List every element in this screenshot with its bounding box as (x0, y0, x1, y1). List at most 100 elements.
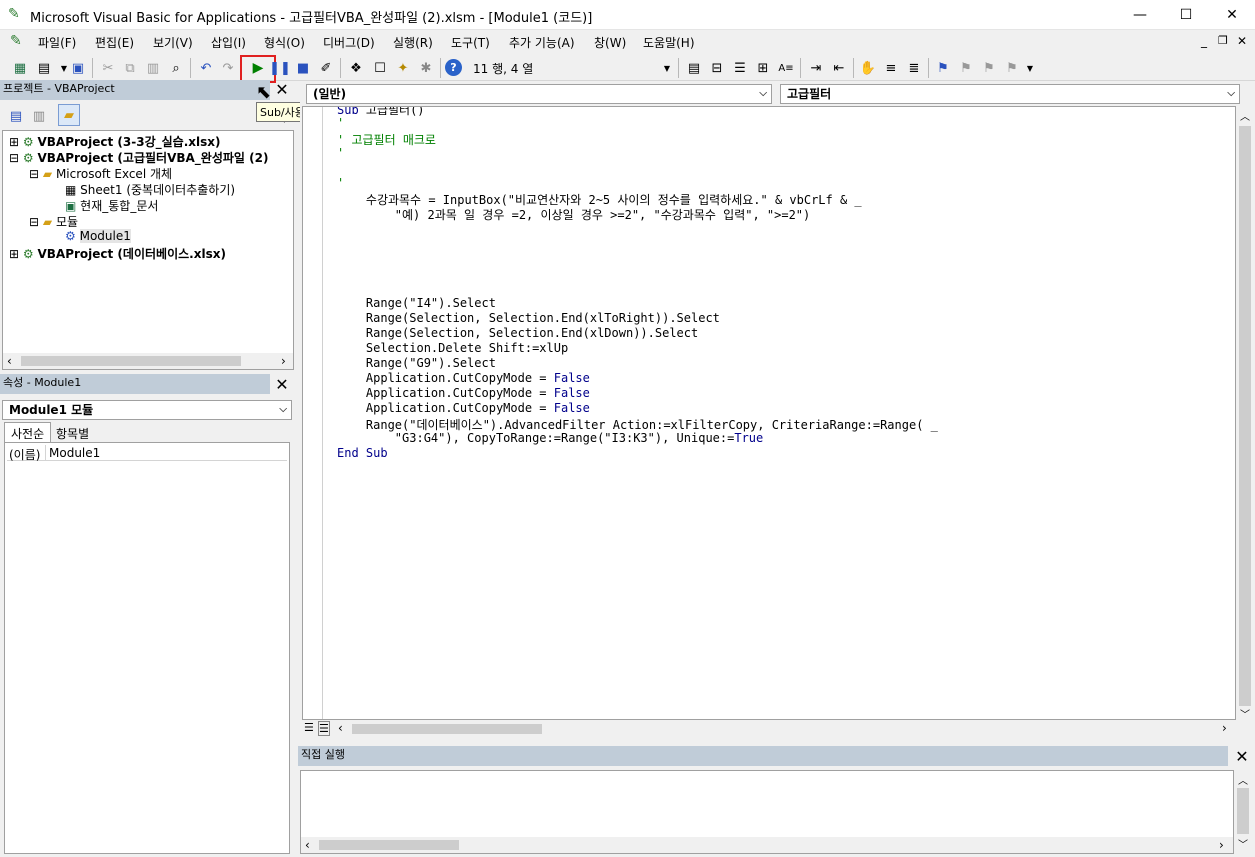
design-mode-icon[interactable]: ✐ (316, 58, 336, 78)
excel-view-icon[interactable]: ▦ (10, 58, 30, 78)
scroll-thumb[interactable] (21, 356, 241, 366)
run-sub-icon[interactable]: ▶ (248, 58, 268, 78)
menu-debug[interactable]: 디버그(D) (323, 34, 375, 51)
menu-format[interactable]: 형식(O) (264, 34, 305, 51)
minimize-button[interactable]: — (1117, 0, 1163, 30)
menu-tools[interactable]: 도구(T) (451, 34, 490, 51)
menu-file[interactable]: 파일(F) (38, 34, 76, 51)
code-line: Sub 고급필터() (337, 106, 425, 117)
scroll-right-icon[interactable]: › (281, 354, 286, 368)
indent-icon[interactable]: ⇥ (806, 58, 826, 78)
maximize-button[interactable]: ☐ (1163, 0, 1209, 30)
menu-insert[interactable]: 삽입(I) (211, 34, 246, 51)
tree-node-project-3[interactable]: ⊞ ⚙ VBAProject (데이터베이스.xlsx) (9, 245, 226, 262)
property-row-name[interactable]: (이름) Module1 (7, 445, 287, 462)
scroll-down-icon[interactable]: ﹀ (1240, 706, 1250, 721)
menu-help[interactable]: 도움말(H) (643, 34, 695, 51)
scroll-right-icon[interactable]: › (1219, 838, 1224, 852)
tab-alphabetic[interactable]: 사전순 (4, 422, 52, 442)
toggle-folders-icon[interactable]: ▰ (58, 104, 80, 126)
view-object-icon[interactable]: ▥ (29, 106, 49, 126)
mdi-close-button[interactable]: ✕ (1237, 34, 1247, 48)
scroll-right-icon[interactable]: › (1222, 721, 1227, 735)
clear-bookmarks-icon[interactable]: ⚑ (1002, 58, 1022, 78)
tree-node-thisworkbook[interactable]: ▣ 현재_통합_문서 (65, 197, 158, 214)
scroll-up-icon[interactable]: ︿ (1238, 772, 1248, 787)
scroll-down-icon[interactable]: ﹀ (1238, 836, 1248, 851)
procedure-view-icon[interactable]: ☰ (304, 721, 314, 734)
scroll-left-icon[interactable]: ‹ (338, 721, 343, 735)
parameter-info-icon[interactable]: ⊞ (753, 58, 773, 78)
immediate-hscrollbar[interactable]: ‹ › (301, 837, 1233, 853)
uncomment-block-icon[interactable]: ≣ (904, 58, 924, 78)
tab-label: 항목별 (56, 427, 90, 441)
tree-node-project-2[interactable]: ⊟ ⚙ VBAProject (고급필터VBA_완성파일 (2) (9, 149, 268, 166)
insert-userform-icon[interactable]: ▤ (34, 58, 54, 78)
save-icon[interactable]: ▣ (68, 58, 88, 78)
copy-icon[interactable]: ⧉ (120, 58, 140, 78)
project-hscrollbar[interactable]: ‹ › (3, 353, 293, 369)
tab-categorized[interactable]: 항목별 (52, 423, 93, 442)
list-properties-icon[interactable]: ▤ (684, 58, 704, 78)
help-icon[interactable]: ? (445, 59, 462, 76)
property-value[interactable]: Module1 (49, 446, 100, 460)
toolbar-overflow2-icon[interactable]: ▼ (1025, 58, 1035, 78)
redo-icon[interactable]: ↷ (218, 58, 238, 78)
list-constants-icon[interactable]: ⊟ (707, 58, 727, 78)
previous-bookmark-icon[interactable]: ⚑ (979, 58, 999, 78)
menu-window[interactable]: 창(W) (594, 34, 626, 51)
code-editor[interactable]: Sub 고급필터() ' ' 고급필터 매크로 ' ' 수강과목수 = InputBox… (302, 106, 1236, 720)
project-close-button[interactable]: ✕ (272, 81, 292, 99)
menu-view[interactable]: 보기(V) (153, 34, 193, 51)
tree-node-excel-objects[interactable]: ⊟ ▰ Microsoft Excel 개체 (29, 165, 172, 182)
toggle-bookmark-icon[interactable]: ⚑ (933, 58, 953, 78)
tree-node-project-1[interactable]: ⊞ ⚙ VBAProject (3-3강_실습.xlsx) (9, 133, 221, 150)
mdi-minimize-button[interactable]: _ (1201, 34, 1207, 48)
view-code-icon[interactable]: ▤ (6, 106, 26, 126)
complete-word-icon[interactable]: A≡ (776, 58, 796, 78)
scroll-thumb[interactable] (1239, 126, 1251, 706)
toolbox-icon[interactable]: ✱ (416, 58, 436, 78)
menu-addins[interactable]: 추가 기능(A) (509, 34, 575, 51)
menu-run[interactable]: 실행(R) (393, 34, 433, 51)
paste-icon[interactable]: ▥ (143, 58, 163, 78)
scroll-up-icon[interactable]: ︿ (1240, 108, 1250, 123)
object-combo[interactable]: (일반) ⌵ (306, 84, 772, 104)
immediate-vscrollbar[interactable]: ︿ ﹀ (1234, 770, 1252, 854)
close-window-button[interactable]: ✕ (1209, 0, 1255, 30)
mdi-restore-button[interactable]: ❐ (1218, 34, 1228, 47)
immediate-input[interactable]: ‹ › (300, 770, 1234, 854)
scroll-thumb[interactable] (352, 724, 542, 734)
tree-label: VBAProject (고급필터VBA_완성파일 (2) (37, 151, 269, 165)
toolbar-overflow-icon[interactable]: ▼ (662, 58, 672, 78)
full-module-view-icon[interactable]: ☰ (318, 721, 330, 736)
toggle-breakpoint-icon[interactable]: ✋ (858, 58, 878, 78)
break-icon[interactable]: ❚❚ (269, 58, 291, 78)
scroll-thumb[interactable] (319, 840, 459, 850)
scroll-left-icon[interactable]: ‹ (305, 838, 310, 852)
comment-block-icon[interactable]: ≡ (881, 58, 901, 78)
tree-node-modules[interactable]: ⊟ ▰ 모듈 (29, 213, 78, 230)
properties-close-button[interactable]: ✕ (272, 376, 292, 394)
reset-icon[interactable]: ■ (293, 58, 313, 78)
quick-info-icon[interactable]: ☰ (730, 58, 750, 78)
scroll-left-icon[interactable]: ‹ (7, 354, 12, 368)
undo-icon[interactable]: ↶ (196, 58, 216, 78)
procedure-combo[interactable]: 고급필터 ⌵ (780, 84, 1240, 104)
immediate-close-button[interactable]: ✕ (1232, 748, 1252, 766)
menu-edit[interactable]: 편집(E) (95, 34, 134, 51)
next-bookmark-icon[interactable]: ⚑ (956, 58, 976, 78)
tree-node-sheet1[interactable]: ▦ Sheet1 (중복데이터추출하기) (65, 181, 235, 198)
properties-object-combo[interactable]: Module1 모듈 ⌵ (2, 400, 292, 420)
code-vscrollbar[interactable]: ︿ ﹀ (1236, 106, 1254, 721)
code-line: Range(Selection, Selection.End(xlToRight… (337, 311, 720, 325)
tree-node-module1[interactable]: ⚙ Module1 (65, 229, 131, 243)
chevron-down-icon: ⌵ (279, 404, 287, 415)
scroll-thumb[interactable] (1237, 788, 1249, 834)
properties-window-icon[interactable]: ☐ (370, 58, 390, 78)
cut-icon[interactable]: ✂ (98, 58, 118, 78)
outdent-icon[interactable]: ⇤ (829, 58, 849, 78)
project-explorer-icon[interactable]: ❖ (346, 58, 366, 78)
object-browser-icon[interactable]: ✦ (393, 58, 413, 78)
find-icon[interactable]: ⌕ (166, 58, 186, 78)
